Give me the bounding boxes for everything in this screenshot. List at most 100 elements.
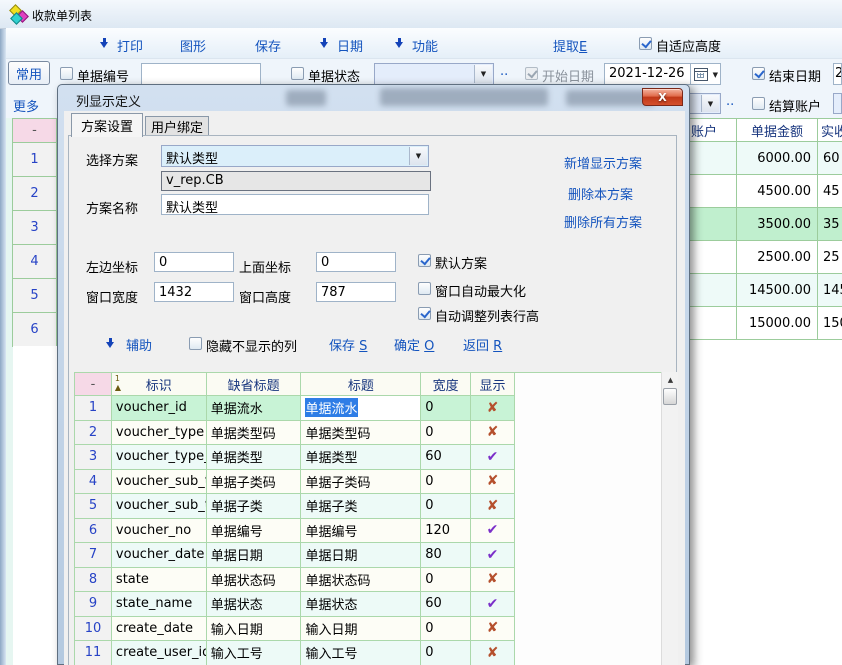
hide-cols-checkbox[interactable] (189, 337, 202, 350)
grid-col-title[interactable]: 标题 (301, 373, 421, 396)
grid-cell-number[interactable]: 6 (75, 519, 112, 544)
grid-cell-visible[interactable]: ✘ (471, 568, 515, 593)
grid-cell-title[interactable]: 单据子类码 (301, 470, 421, 495)
row-number[interactable]: 1 (13, 143, 57, 177)
grid-cell-number[interactable]: 8 (75, 568, 112, 593)
date-dropdown-arrow-icon[interactable] (320, 38, 329, 49)
grid-cell-default-title[interactable]: 单据状态码 (207, 568, 302, 593)
select-plan-combo[interactable]: 默认类型 ▼ (161, 145, 429, 167)
grid-cell-width[interactable]: 0 (421, 470, 471, 495)
top-coord-input[interactable]: 0 (316, 252, 396, 272)
grid-cell-number[interactable]: 1 (75, 396, 112, 421)
end-date-input[interactable]: 2 (833, 63, 842, 85)
function-button[interactable]: 功能 (412, 36, 438, 55)
settle-account-input[interactable] (833, 93, 842, 114)
grid-cell-width[interactable]: 0 (421, 494, 471, 519)
function-dropdown-arrow-icon[interactable] (395, 38, 404, 49)
aux-button[interactable]: 辅助 (126, 335, 152, 354)
column-grid-row[interactable]: 4 voucher_sub_type 单据子类码 单据子类码 0 ✘ (75, 470, 515, 495)
settle-account-select[interactable]: ▼ (688, 93, 721, 114)
grid-cell-default-title[interactable]: 输入日期 (207, 617, 302, 642)
grid-cell-title[interactable]: 单据日期 (301, 543, 421, 568)
dialog-return-button[interactable]: 返回 R (463, 335, 502, 354)
grid-col-visible[interactable]: 显示 (471, 373, 515, 396)
grid-cell-id[interactable]: create_date (112, 617, 207, 642)
save-button[interactable]: 保存 (255, 36, 281, 55)
grid-cell-width[interactable]: 120 (421, 519, 471, 544)
grid-cell-default-title[interactable]: 单据类型码 (207, 421, 302, 446)
grid-cell-number[interactable]: 10 (75, 617, 112, 642)
end-date-checkbox[interactable] (752, 67, 765, 80)
grid-cell-width[interactable]: 0 (421, 396, 471, 421)
grid-cell-default-title[interactable]: 输入工号 (207, 641, 302, 665)
cell-amount[interactable]: 4500.00 (737, 175, 818, 208)
auto-maximize-checkbox[interactable] (418, 282, 431, 295)
row-number[interactable]: 6 (13, 313, 57, 347)
select-plan-dropdown-icon[interactable]: ▼ (409, 147, 427, 165)
grid-cell-visible[interactable]: ✘ (471, 470, 515, 495)
grid-cell-visible[interactable]: ✘ (471, 494, 515, 519)
grid-cell-default-title[interactable]: 单据子类码 (207, 470, 302, 495)
grid-cell-default-title[interactable]: 单据流水 (207, 396, 302, 421)
voucher-state-checkbox[interactable] (291, 67, 304, 80)
row-header-corner[interactable]: - (13, 119, 57, 143)
add-plan-link[interactable]: 新增显示方案 (564, 153, 642, 172)
print-button[interactable]: 打印 (117, 36, 143, 55)
cell-account[interactable] (688, 208, 737, 241)
grid-cell-width[interactable]: 0 (421, 617, 471, 642)
column-grid-row[interactable]: 7 voucher_date 单据日期 单据日期 80 ✔ (75, 543, 515, 568)
receipt-table-row[interactable]: 4500.00 45 (688, 175, 842, 208)
grid-cell-id[interactable]: voucher_sub_type (112, 494, 207, 519)
scrollbar-thumb[interactable] (663, 388, 677, 405)
row-number[interactable]: 4 (13, 245, 57, 279)
cell-account[interactable] (688, 142, 737, 175)
grid-cell-width[interactable]: 0 (421, 421, 471, 446)
grid-cell-width[interactable]: 0 (421, 568, 471, 593)
delete-all-plans-link[interactable]: 删除所有方案 (564, 212, 642, 231)
tab-user-binding[interactable]: 用户绑定 (145, 116, 209, 137)
grid-cell-title[interactable]: 单据编号 (301, 519, 421, 544)
grid-cell-number[interactable]: 4 (75, 470, 112, 495)
grid-cell-default-title[interactable]: 单据状态 (207, 592, 302, 617)
settle-account-checkbox[interactable] (752, 97, 765, 110)
cell-account[interactable] (688, 241, 737, 274)
default-plan-checkbox[interactable] (418, 254, 431, 267)
row-number[interactable]: 2 (13, 177, 57, 211)
range-dots-button[interactable]: .. (500, 64, 508, 79)
more-tab-button[interactable]: 更多 (13, 96, 39, 115)
start-date-input[interactable]: 2021-12-26 (604, 63, 691, 85)
range-dots-button-2[interactable]: .. (726, 94, 734, 109)
grid-cell-title[interactable]: 单据子类 (301, 494, 421, 519)
grid-scrollbar[interactable]: ▲ (661, 372, 678, 665)
dialog-ok-button[interactable]: 确定 O (394, 335, 434, 354)
receipt-table-row[interactable]: 14500.00 145 (688, 274, 842, 307)
grid-cell-visible[interactable]: ✘ (471, 641, 515, 665)
voucher-no-checkbox[interactable] (60, 67, 73, 80)
column-grid-row[interactable]: 6 voucher_no 单据编号 单据编号 120 ✔ (75, 519, 515, 544)
cell-received[interactable]: 45 (818, 175, 842, 208)
plan-name-input[interactable]: 默认类型 (161, 194, 429, 215)
grid-cell-title[interactable]: 单据类型 (301, 445, 421, 470)
left-coord-input[interactable]: 0 (154, 252, 234, 272)
voucher-state-select[interactable]: ▼ (374, 63, 494, 85)
cell-received[interactable]: 145 (818, 274, 842, 307)
extract-button[interactable]: 提取E (553, 36, 587, 55)
cell-received[interactable]: 35 (818, 208, 842, 241)
row-number[interactable]: 3 (13, 211, 57, 245)
tab-plan-settings[interactable]: 方案设置 (71, 113, 143, 137)
grid-cell-number[interactable]: 7 (75, 543, 112, 568)
dialog-close-button[interactable]: X (642, 88, 683, 106)
voucher-state-dropdown-icon[interactable]: ▼ (474, 65, 492, 83)
cell-received[interactable]: 25 (818, 241, 842, 274)
grid-cell-id[interactable]: state_name (112, 592, 207, 617)
graph-button[interactable]: 图形 (180, 36, 206, 55)
auto-row-height-checkbox[interactable] (418, 307, 431, 320)
column-grid-row[interactable]: 8 state 单据状态码 单据状态码 0 ✘ (75, 568, 515, 593)
cell-amount[interactable]: 2500.00 (737, 241, 818, 274)
grid-cell-default-title[interactable]: 单据类型 (207, 445, 302, 470)
grid-cell-visible[interactable]: ✘ (471, 421, 515, 446)
grid-cell-number[interactable]: 9 (75, 592, 112, 617)
grid-cell-id[interactable]: voucher_type (112, 421, 207, 446)
col-received[interactable]: 实收 (818, 119, 842, 142)
grid-cell-id[interactable]: voucher_id (112, 396, 207, 421)
